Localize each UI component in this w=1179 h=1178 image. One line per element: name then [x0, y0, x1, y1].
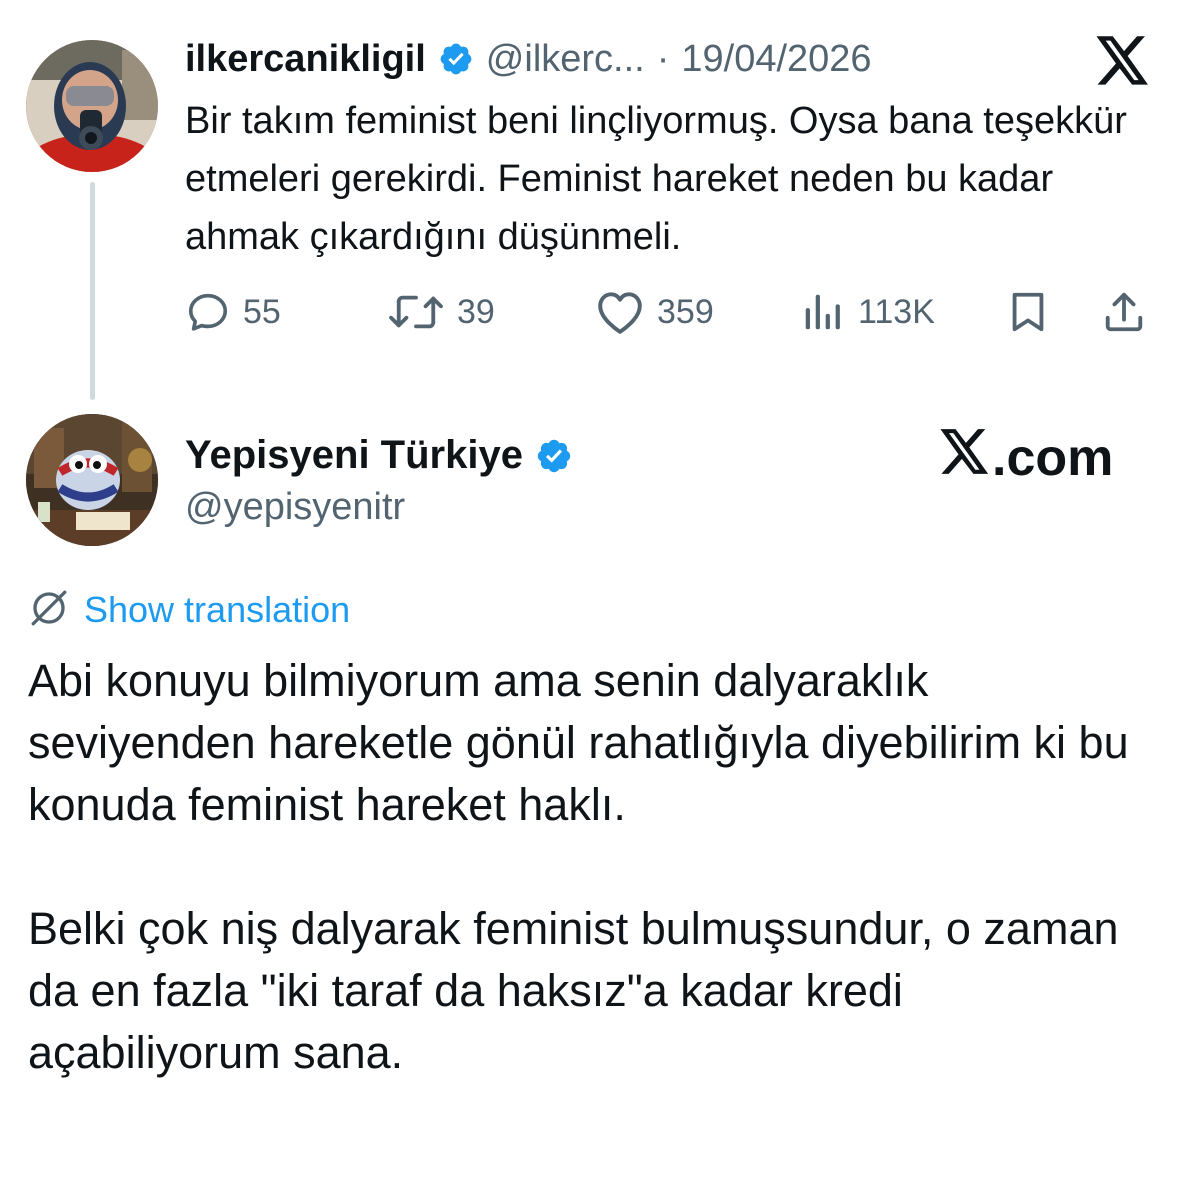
- tweet2-paragraph-1: Abi konuyu bilmiyorum ama senin dalyarak…: [28, 655, 1129, 830]
- tweet1-display-name[interactable]: ilkercanikligil: [185, 38, 426, 81]
- reply-icon: [185, 289, 231, 335]
- repost-icon: [387, 289, 445, 335]
- tweet2-text: Abi konuyu bilmiyorum ama senin dalyarak…: [28, 650, 1148, 1084]
- share-icon: [1101, 289, 1147, 335]
- repost-button[interactable]: 39: [387, 282, 495, 342]
- views-button[interactable]: 113K: [800, 282, 935, 342]
- tweet2-handle[interactable]: @yepisyenitr: [185, 486, 405, 529]
- share-button[interactable]: [1101, 282, 1147, 342]
- views-count: 113K: [858, 292, 935, 331]
- views-icon: [800, 289, 846, 335]
- thread-connector-line: [90, 182, 95, 400]
- tweet1-action-bar: 55 39 359 113K: [185, 282, 1150, 342]
- like-button[interactable]: 359: [595, 282, 714, 342]
- tweet1-header: ilkercanikligil @ilkerc... · 19/04/2026: [185, 32, 872, 86]
- show-translation-label[interactable]: Show translation: [84, 589, 350, 631]
- x-logo-icon: [940, 428, 992, 488]
- x-com-text: .com: [992, 429, 1114, 487]
- reply-count: 55: [243, 292, 281, 331]
- tweet2-header: Yepisyeni Türkiye: [185, 428, 571, 482]
- tweet1-text: Bir takım feminist beni linçliyormuş. Oy…: [185, 100, 1127, 258]
- tweet1-separator: ·: [656, 37, 670, 80]
- tweet1-date[interactable]: 19/04/2026: [681, 38, 871, 81]
- tweet1-handle[interactable]: @ilkerc...: [486, 38, 645, 81]
- tweet2-display-name[interactable]: Yepisyeni Türkiye: [185, 433, 523, 478]
- tweet2-paragraph-2: Belki çok niş dalyarak feminist bulmuşsu…: [28, 903, 1119, 1078]
- bookmark-button[interactable]: [1005, 282, 1051, 342]
- avatar-yepisyenitr[interactable]: [26, 414, 158, 546]
- reply-button[interactable]: 55: [185, 282, 281, 342]
- bookmark-icon: [1005, 289, 1051, 335]
- show-translation-button[interactable]: Show translation: [28, 586, 350, 634]
- like-count: 359: [657, 292, 714, 331]
- like-icon: [595, 289, 645, 335]
- avatar-ilkercanikligil[interactable]: [26, 40, 158, 172]
- x-com-watermark: .com: [940, 428, 1113, 488]
- translate-icon: [28, 587, 70, 634]
- repost-count: 39: [457, 292, 495, 331]
- x-logo-icon: [1096, 36, 1150, 86]
- verified-badge-icon: [438, 41, 474, 77]
- verified-badge-icon: [535, 437, 571, 473]
